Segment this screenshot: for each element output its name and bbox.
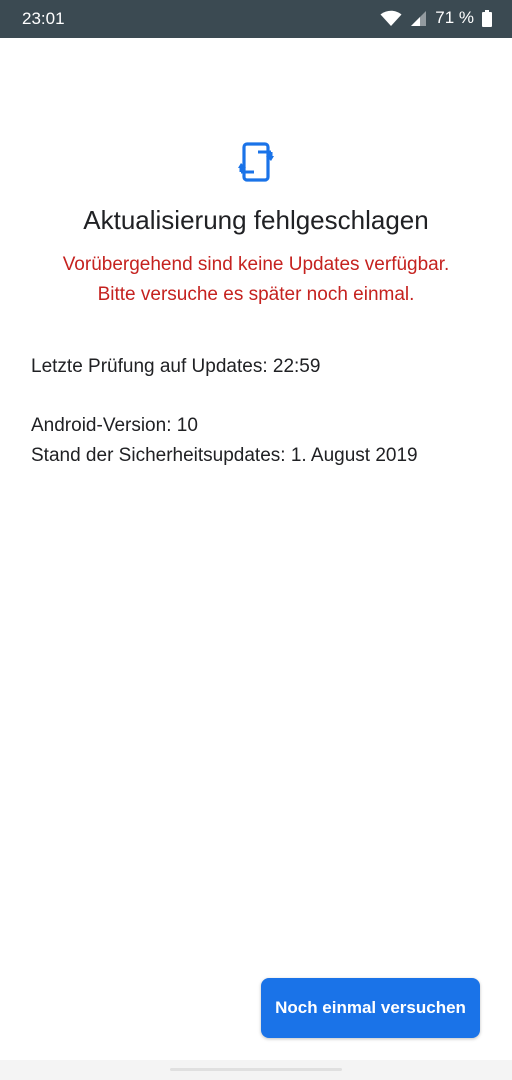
navigation-bar bbox=[0, 1060, 512, 1080]
page-title: Aktualisierung fehlgeschlagen bbox=[83, 205, 429, 235]
cellular-signal-icon bbox=[410, 10, 427, 27]
system-update-screen: 23:01 71 % Aktualisierung fehlgeschlagen… bbox=[0, 0, 512, 1080]
error-line-2: Bitte versuche es später noch einmal. bbox=[97, 284, 415, 305]
status-time: 23:01 bbox=[22, 9, 65, 28]
last-check-text: Letzte Prüfung auf Updates: 22:59 bbox=[31, 356, 321, 377]
error-line-1: Vorübergehend sind keine Updates verfügb… bbox=[62, 254, 450, 275]
system-update-icon bbox=[238, 140, 274, 184]
battery-percentage: 71 % bbox=[435, 8, 474, 27]
wifi-icon bbox=[380, 10, 402, 27]
security-patch-text: Stand der Sicherheitsupdates: 1. August … bbox=[31, 445, 418, 466]
retry-button[interactable]: Noch einmal versuchen bbox=[261, 978, 480, 1038]
gesture-handle[interactable] bbox=[170, 1068, 342, 1071]
android-version-text: Android-Version: 10 bbox=[31, 415, 198, 436]
status-icons: 71 % bbox=[380, 8, 492, 28]
battery-icon bbox=[482, 9, 492, 27]
status-bar: 23:01 71 % bbox=[0, 0, 512, 38]
error-message: Vorübergehend sind keine Updates verfügb… bbox=[0, 250, 512, 310]
